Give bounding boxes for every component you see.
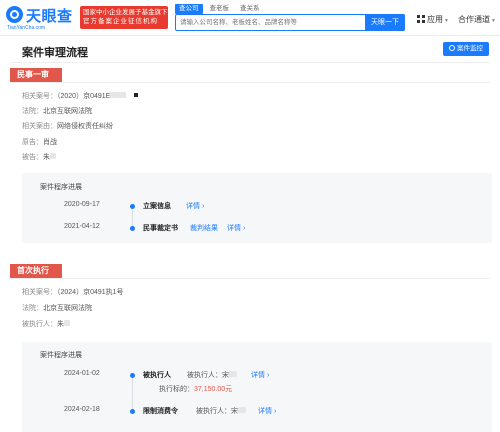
monitor-icon	[449, 45, 455, 51]
cause-label: 相关案由：	[22, 123, 57, 130]
top-navigation-bar: 天眼查 TianYanCha.com 国家中小企业发展子基金旗下 官方备案企业征…	[0, 0, 500, 36]
judgment-result-link[interactable]: 裁判结果	[190, 223, 218, 233]
court-label: 法院：	[22, 305, 43, 312]
plaintiff-value[interactable]: 肖战	[43, 139, 57, 146]
monitor-label: 案件监控	[457, 45, 483, 52]
timeline-dot	[130, 226, 135, 231]
redacted-text	[229, 371, 237, 377]
court-value: 北京互联网法院	[43, 305, 92, 312]
case-number-value: （2024）京0491执1号	[57, 289, 124, 296]
party-info: 被执行人：宋	[187, 370, 237, 380]
section-divider	[10, 82, 490, 83]
case-number-label: 相关案号：	[22, 289, 57, 296]
logo-text: 天眼查	[26, 8, 73, 25]
section-tag-first-trial: 民事一审	[10, 68, 62, 82]
badge-line-1: 国家中小企业发展子基金旗下	[83, 9, 168, 16]
search-input[interactable]	[180, 15, 364, 30]
section-divider	[10, 278, 490, 279]
case-number-label: 相关案号：	[22, 93, 57, 100]
court-value: 北京互联网法院	[43, 108, 92, 115]
tab-search-boss[interactable]: 查老板	[206, 4, 234, 14]
apps-label: 应用	[427, 15, 443, 24]
redacted-text	[50, 153, 56, 159]
cooperation-label: 合作通道	[458, 15, 490, 24]
case-process-panel: 案件程序进展 2024-01-02 被执行人 被执行人：宋 详情 › 执行标的：…	[22, 342, 492, 432]
cause-row: 相关案由：网络侵权责任纠纷	[22, 122, 113, 132]
detail-link[interactable]: 详情 ›	[186, 201, 204, 211]
logo-domain: TianYanCha.com	[7, 25, 46, 31]
timeline-date: 2024-01-02	[64, 370, 100, 377]
eye-logo-icon	[6, 6, 23, 23]
timeline-line	[132, 374, 133, 410]
tab-search-company[interactable]: 查公司	[175, 4, 203, 14]
party-value[interactable]: 宋	[222, 372, 229, 379]
executed-person-row: 被执行人：朱	[22, 320, 70, 330]
redacted-text	[64, 320, 70, 326]
apps-menu[interactable]: 应用▼	[417, 14, 449, 25]
search-box: 天眼一下	[175, 14, 405, 31]
party-label: 被执行人：	[187, 372, 222, 379]
defendant-row: 被告：朱	[22, 153, 56, 163]
page-title: 案件审理流程	[22, 47, 88, 59]
timeline-event: 立案信息	[143, 203, 171, 210]
cooperation-menu[interactable]: 合作通道▼	[458, 14, 496, 25]
timeline-event: 被执行人	[143, 372, 171, 379]
redaction-mark	[134, 93, 139, 97]
section-tag-first-execution: 首次执行	[10, 264, 62, 278]
chevron-down-icon: ▼	[444, 18, 449, 24]
search-button[interactable]: 天眼一下	[365, 14, 405, 31]
timeline-dot	[130, 204, 135, 209]
detail-link[interactable]: 详情 ›	[258, 406, 276, 416]
search-tabs: 查公司 查老板 查关系	[175, 4, 264, 14]
executed-person-label: 被执行人：	[22, 321, 57, 328]
timeline-date: 2020-09-17	[64, 201, 100, 208]
process-title: 案件程序进展	[40, 352, 82, 359]
timeline-date: 2021-04-12	[64, 223, 100, 230]
chevron-down-icon: ▼	[491, 18, 496, 24]
case-number-row: 相关案号：（2020）京0491E	[22, 92, 139, 102]
timeline-dot	[130, 373, 135, 378]
title-divider	[10, 62, 490, 63]
case-number-row: 相关案号：（2024）京0491执1号	[22, 288, 124, 298]
court-row: 法院：北京互联网法院	[22, 107, 92, 117]
process-title: 案件程序进展	[40, 184, 82, 191]
cause-value: 网络侵权责任纠纷	[57, 123, 113, 130]
case-process-panel: 案件程序进展 2020-09-17 立案信息 详情 › 2021-04-12 民…	[22, 173, 492, 243]
case-monitor-button[interactable]: 案件监控	[443, 42, 489, 56]
search-area: 查公司 查老板 查关系 天眼一下	[175, 4, 405, 32]
party-label: 被执行人：	[196, 408, 231, 415]
party-info: 被执行人：宋	[196, 406, 246, 416]
timeline-dot	[130, 409, 135, 414]
court-label: 法院：	[22, 108, 43, 115]
amount-value: 37,150.00元	[194, 386, 233, 393]
official-badge: 国家中小企业发展子基金旗下 官方备案企业征信机构	[80, 6, 168, 29]
detail-link[interactable]: 详情 ›	[227, 223, 245, 233]
defendant-value[interactable]: 朱	[43, 154, 50, 161]
timeline-event: 限制消费令	[143, 408, 178, 415]
badge-line-2: 官方备案企业征信机构	[83, 18, 158, 25]
detail-link[interactable]: 详情 ›	[251, 370, 269, 380]
defendant-label: 被告：	[22, 154, 43, 161]
timeline-line	[132, 206, 133, 228]
tianyancha-logo[interactable]: 天眼查 TianYanCha.com	[6, 5, 78, 31]
plaintiff-row: 原告：肖战	[22, 138, 57, 148]
grid-icon	[417, 15, 425, 23]
case-number-value: （2020）京0491E	[57, 93, 111, 100]
amount-label: 执行标的：	[159, 386, 194, 393]
timeline-event: 民事裁定书	[143, 225, 178, 232]
executed-person-value[interactable]: 朱	[57, 321, 64, 328]
party-value[interactable]: 宋	[231, 408, 238, 415]
timeline-date: 2024-02-18	[64, 406, 100, 413]
court-row: 法院：北京互联网法院	[22, 304, 92, 314]
plaintiff-label: 原告：	[22, 139, 43, 146]
execution-amount-row: 执行标的：37,150.00元	[159, 384, 232, 394]
redacted-text	[110, 92, 127, 98]
tab-search-relation[interactable]: 查关系	[236, 4, 264, 14]
redacted-text	[238, 407, 246, 413]
